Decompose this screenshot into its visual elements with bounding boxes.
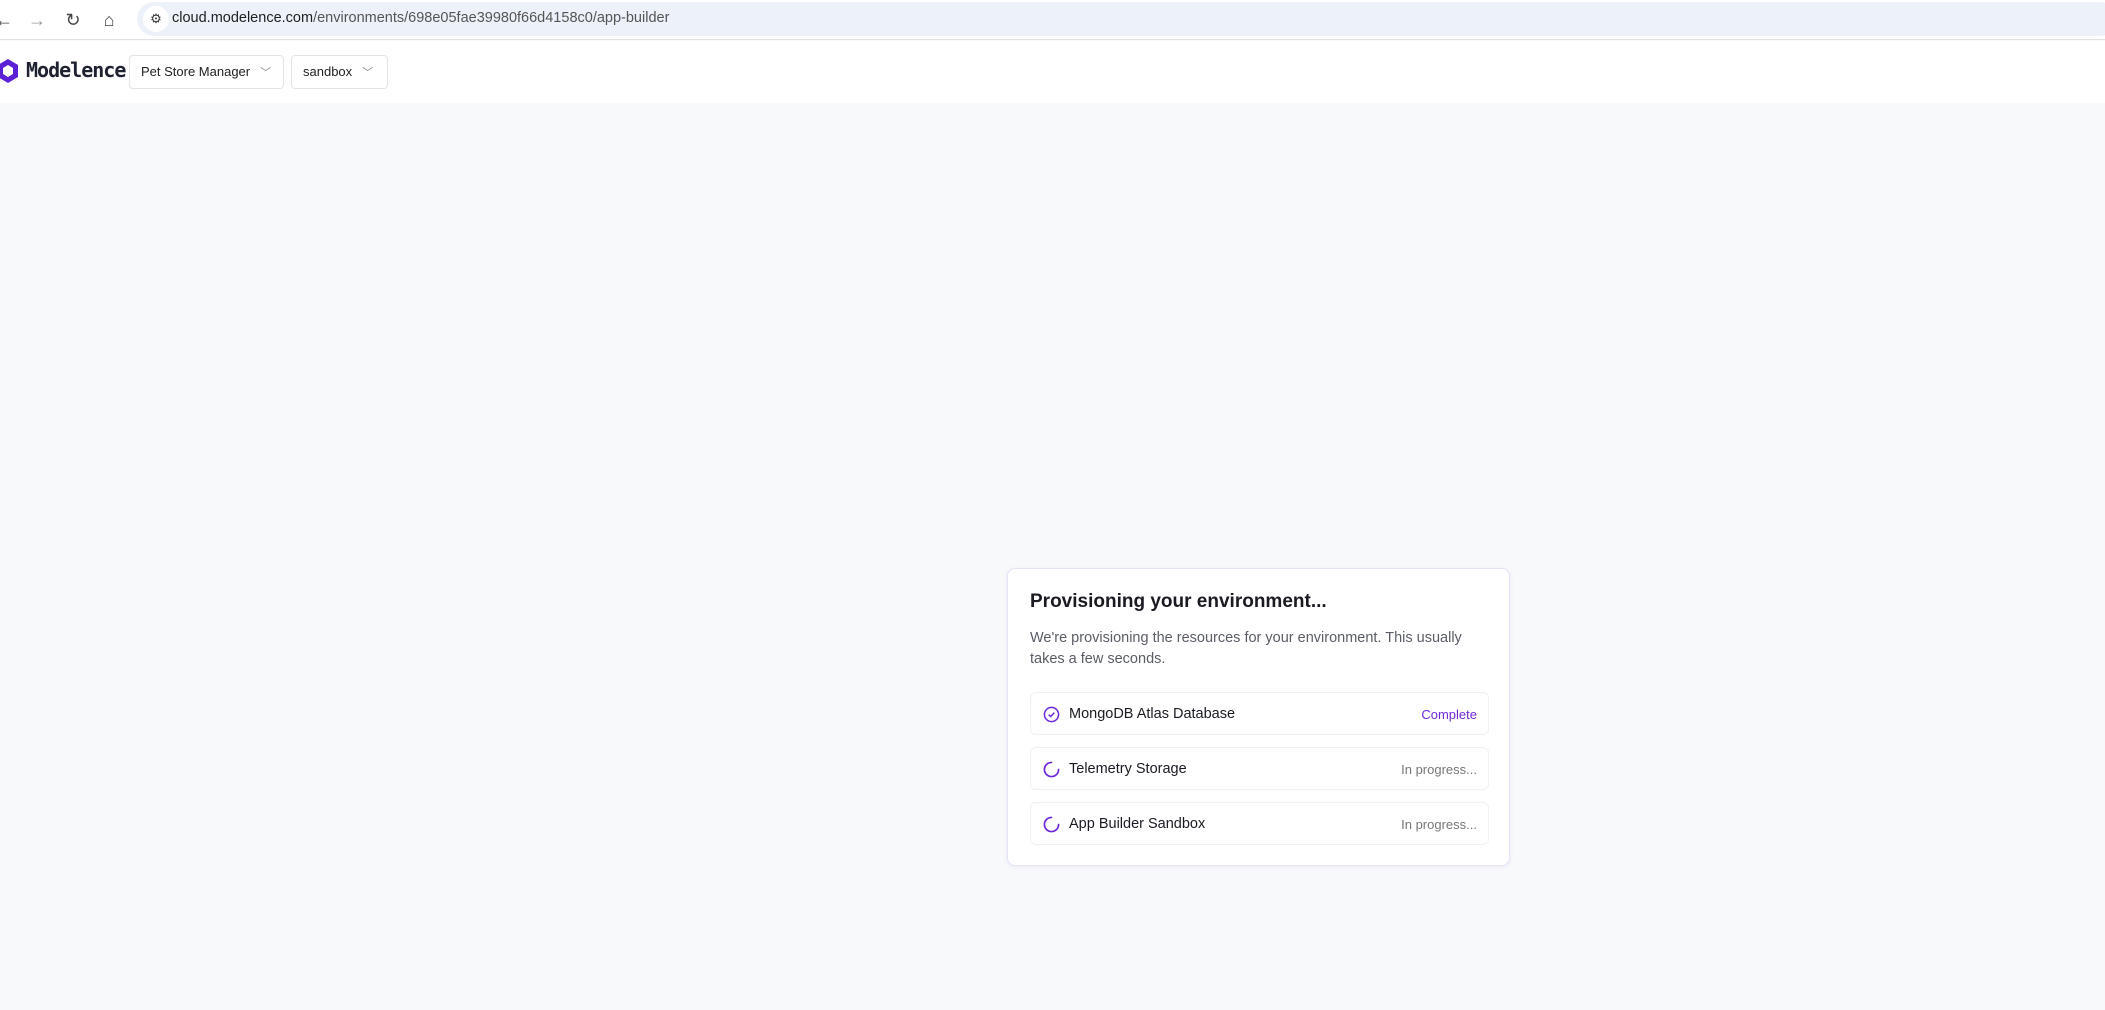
environment-dropdown[interactable]: sandbox ﹀	[291, 55, 388, 89]
url-host: cloud.modelence.com	[172, 10, 314, 26]
card-title: Provisioning your environment...	[1030, 591, 1327, 612]
resource-name: App Builder Sandbox	[1069, 816, 1206, 832]
card-description: We're provisioning the resources for you…	[1030, 630, 1462, 667]
home-icon[interactable]: ⌂	[97, 8, 121, 32]
site-settings-icon[interactable]: ⚙	[143, 6, 169, 32]
modelence-logo-icon[interactable]	[0, 58, 20, 84]
resource-status: Complete	[1421, 707, 1477, 722]
browser-toolbar: ← → ↻ ⌂ ⚙ cloud.modelence.com/environmen…	[0, 0, 2105, 40]
check-circle-icon	[1043, 706, 1060, 723]
forward-icon[interactable]: →	[25, 8, 49, 32]
resource-name: Telemetry Storage	[1069, 761, 1187, 777]
chevron-down-icon: ﹀	[260, 67, 272, 79]
resource-status: In progress...	[1401, 817, 1477, 832]
address-bar[interactable]: ⚙ cloud.modelence.com/environments/698e0…	[137, 2, 2105, 36]
resource-status: In progress...	[1401, 762, 1477, 777]
back-icon[interactable]: ←	[0, 8, 16, 32]
app-header: Modelence Pet Store Manager ﹀ sandbox ﹀	[0, 41, 2105, 103]
project-dropdown[interactable]: Pet Store Manager ﹀	[129, 55, 284, 89]
provisioning-card: Provisioning your environment... We're p…	[1007, 568, 1510, 866]
spinner-icon	[1043, 761, 1060, 778]
resource-row-telemetry: Telemetry Storage In progress...	[1030, 747, 1489, 790]
chevron-down-icon: ﹀	[362, 67, 374, 79]
resource-row-app-builder: App Builder Sandbox In progress...	[1030, 802, 1489, 845]
brand-name[interactable]: Modelence	[26, 58, 126, 82]
url-path: /environments/698e05fae39980f66d4158c0/a…	[313, 10, 670, 26]
project-label: Pet Store Manager	[141, 64, 251, 79]
resource-row-mongodb: MongoDB Atlas Database Complete	[1030, 692, 1489, 735]
environment-label: sandbox	[303, 64, 353, 79]
reload-icon[interactable]: ↻	[61, 8, 85, 32]
resource-name: MongoDB Atlas Database	[1069, 706, 1236, 722]
spinner-icon	[1043, 816, 1060, 833]
